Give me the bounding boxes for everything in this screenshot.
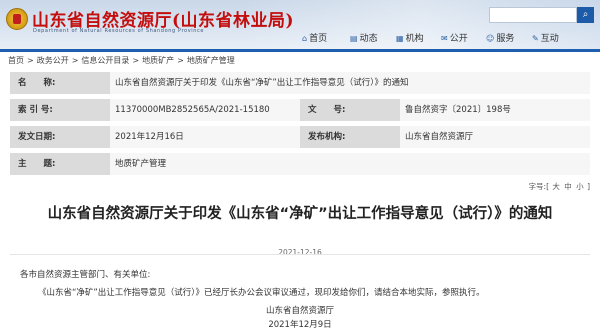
search-icon: ⌕ [582,9,589,20]
index-value: 11370000MB2852565A/2021-15180 [110,99,300,121]
nav-item-interaction[interactable]: ✎ 互动 [532,32,559,46]
date-value: 2021年12月16日 [110,126,300,148]
font-size-large-button[interactable]: 大 [552,182,560,191]
breadcrumb-catalog[interactable]: 信息公开目录 [81,56,129,65]
name-label: 名 称: [10,72,110,94]
nav-item-label: 动态 [359,34,378,44]
building-icon: ▦ [396,34,404,43]
emblem-icon [6,8,28,30]
nav-item-label: 服务 [496,34,515,44]
home-icon: ⌂ [302,34,308,43]
breadcrumb-gov-affairs[interactable]: 政务公开 [37,56,69,65]
breadcrumb-separator: > [177,56,184,65]
docno-value: 鲁自然资字〔2021〕198号 [400,99,590,121]
content-divider [10,254,590,255]
nav-item-organization[interactable]: ▦ 机构 [396,32,424,46]
topic-value: 地质矿产管理 [110,153,590,175]
info-row-date: 发文日期: 2021年12月16日 发布机构: 山东省自然资源厅 [10,126,590,152]
breadcrumb-separator: > [71,56,79,65]
breadcrumb-geology-management[interactable]: 地质矿产管理 [187,56,235,65]
bracket-open: [ [546,182,549,191]
header-divider [0,49,600,52]
search-input[interactable] [489,7,577,23]
nav-item-label: 互动 [540,34,559,44]
nav-item-label: 首页 [309,34,328,44]
body-paragraph: 《山东省“净矿”出让工作指导意见（试行）》已经厅长办公会议审议通过，现印发给你们… [38,288,485,298]
news-icon: ▤ [350,34,358,43]
nav-item-service[interactable]: ☺ 服务 [486,32,514,46]
breadcrumb-home[interactable]: 首页 [8,56,24,65]
main-nav: ⌂ 首页 ▤ 动态 ▦ 机构 ✉ 公开 ☺ 服务 ✎ 互动 [0,32,600,46]
info-row-index: 索 引 号: 11370000MB2852565A/2021-15180 文 号… [10,99,590,125]
date-label: 发文日期: [10,126,110,148]
signature-org: 山东省自然资源厅 [265,306,334,316]
org-value: 山东省自然资源厅 [400,126,590,148]
document-icon: ✉ [441,34,448,43]
site-header: 山东省自然资源厅(山东省林业局) Department of Natural R… [0,0,600,49]
info-row-name: 名 称: 山东省自然资源厅关于印发《山东省“净矿”出让工作指导意见（试行）》的通… [10,72,590,98]
info-row-topic: 主 题: 地质矿产管理 [10,153,590,179]
font-size-label: 字号: [528,182,547,191]
bracket-close: ] [587,182,590,191]
topic-label: 主 题: [10,153,110,175]
nav-item-news[interactable]: ▤ 动态 [350,32,378,46]
nav-item-label: 机构 [405,34,424,44]
salutation: 各市自然资源主管部门、有关单位: [20,270,151,280]
document-info-table: 名 称: 山东省自然资源厅关于印发《山东省“净矿”出让工作指导意见（试行）》的通… [10,72,590,180]
signature-date: 2021年12月9日 [268,320,332,328]
service-icon: ☺ [486,34,495,43]
font-size-medium-button[interactable]: 中 [564,182,572,191]
font-size-small-button[interactable]: 小 [576,182,584,191]
interaction-icon: ✎ [532,34,539,43]
docno-label: 文 号: [300,99,400,121]
nav-item-public[interactable]: ✉ 公开 [441,32,468,46]
name-value: 山东省自然资源厅关于印发《山东省“净矿”出让工作指导意见（试行）》的通知 [110,72,590,94]
breadcrumb-separator: > [27,56,34,65]
nav-item-home[interactable]: ⌂ 首页 [302,32,327,46]
font-size-control: 字号:[ 大 中 小 ] [529,181,590,192]
nav-item-label: 公开 [449,34,468,44]
publish-date: 2021-12-16 [278,248,322,257]
index-label: 索 引 号: [10,99,110,121]
breadcrumb-geology[interactable]: 地质矿产 [142,56,174,65]
breadcrumb: 首页 > 政务公开 > 信息公开目录 > 地质矿产 > 地质矿产管理 [8,55,238,66]
document-title: 山东省自然资源厅关于印发《山东省“净矿”出让工作指导意见（试行）》的通知 [47,206,553,222]
org-label: 发布机构: [300,126,400,148]
search-button[interactable]: ⌕ [577,7,594,23]
breadcrumb-separator: > [132,56,140,65]
